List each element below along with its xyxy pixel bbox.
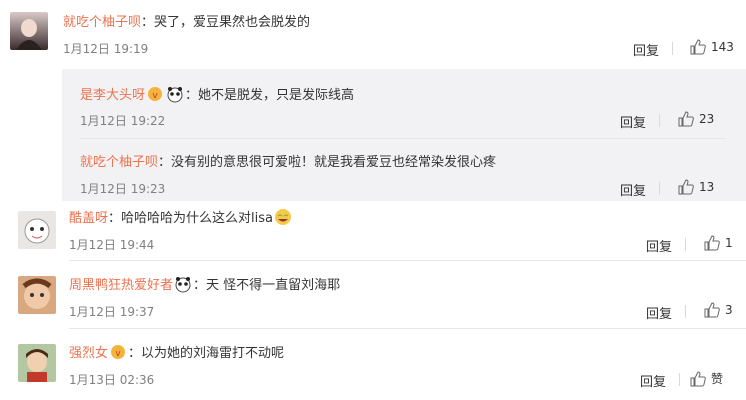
avatar[interactable] (18, 211, 56, 249)
like-button[interactable]: 23 (678, 111, 714, 127)
thumb-up-icon (704, 302, 720, 318)
vip-badge-icon: v (111, 344, 126, 359)
laughing-emoji-icon (274, 208, 291, 225)
svg-text:v: v (152, 91, 158, 101)
like-button[interactable]: 3 (704, 302, 733, 318)
comment-text: ：天 怪不得一直留刘海耶 (193, 278, 341, 293)
comment-text: ：以为她的刘海雷打不动呢 (128, 346, 285, 361)
thumb-up-icon (678, 111, 694, 127)
svg-text:v: v (115, 349, 121, 359)
like-count: 13 (699, 180, 715, 194)
comment-time: 1月12日 19:19 (63, 42, 149, 56)
comment-time: 1月12日 19:44 (69, 238, 155, 252)
reply-button[interactable]: 回复 (620, 180, 646, 199)
reply-time: 1月12日 19:22 (80, 114, 166, 128)
thumb-up-icon (690, 370, 706, 386)
reply-button[interactable]: 回复 (633, 40, 659, 59)
reply-button[interactable]: 回复 (646, 236, 672, 255)
reply-button[interactable]: 回复 (640, 371, 666, 390)
comment-time: 1月12日 19:37 (69, 305, 155, 319)
reply-time: 1月12日 19:23 (80, 182, 166, 196)
avatar[interactable] (18, 344, 56, 382)
replier-name[interactable]: 是李大头呀 (80, 84, 145, 103)
thumb-up-icon (690, 39, 706, 55)
replier-name[interactable]: 就吃个柚子呗 (80, 151, 158, 170)
comment-text: ：哈哈哈哈为什么这么对lisa (108, 211, 273, 226)
avatar[interactable] (10, 12, 48, 50)
like-count: 143 (711, 40, 734, 54)
like-button[interactable]: 赞 (690, 370, 723, 387)
commenter-name[interactable]: 周黑鸭狂热爱好者 (69, 274, 173, 293)
comment-text: ：哭了，爱豆果然也会脱发的 (141, 15, 311, 30)
panda-icon (167, 86, 183, 102)
comment-time: 1月13日 02:36 (69, 373, 155, 387)
avatar[interactable] (18, 276, 56, 314)
like-count: 3 (725, 303, 733, 317)
like-button[interactable]: 1 (704, 235, 733, 251)
commenter-name[interactable]: 就吃个柚子呗 (63, 11, 141, 30)
reply-text: ：没有别的意思很可爱啦！就是我看爱豆也经常染发很心疼 (158, 155, 497, 170)
like-count: 23 (699, 112, 715, 126)
reply-button[interactable]: 回复 (620, 112, 646, 131)
commenter-name[interactable]: 酷盖呀 (69, 207, 108, 226)
commenter-name[interactable]: 强烈女 (69, 342, 108, 361)
like-button[interactable]: 13 (678, 179, 714, 195)
thumb-up-icon (678, 179, 694, 195)
panda-icon (175, 276, 191, 292)
like-button[interactable]: 143 (690, 39, 734, 55)
like-count: 1 (725, 236, 733, 250)
reply-button[interactable]: 回复 (646, 303, 672, 322)
vip-badge-icon: v (148, 86, 163, 101)
like-label: 赞 (711, 372, 724, 386)
reply-text: ：她不是脱发，只是发际线高 (185, 88, 355, 103)
thumb-up-icon (704, 235, 720, 251)
